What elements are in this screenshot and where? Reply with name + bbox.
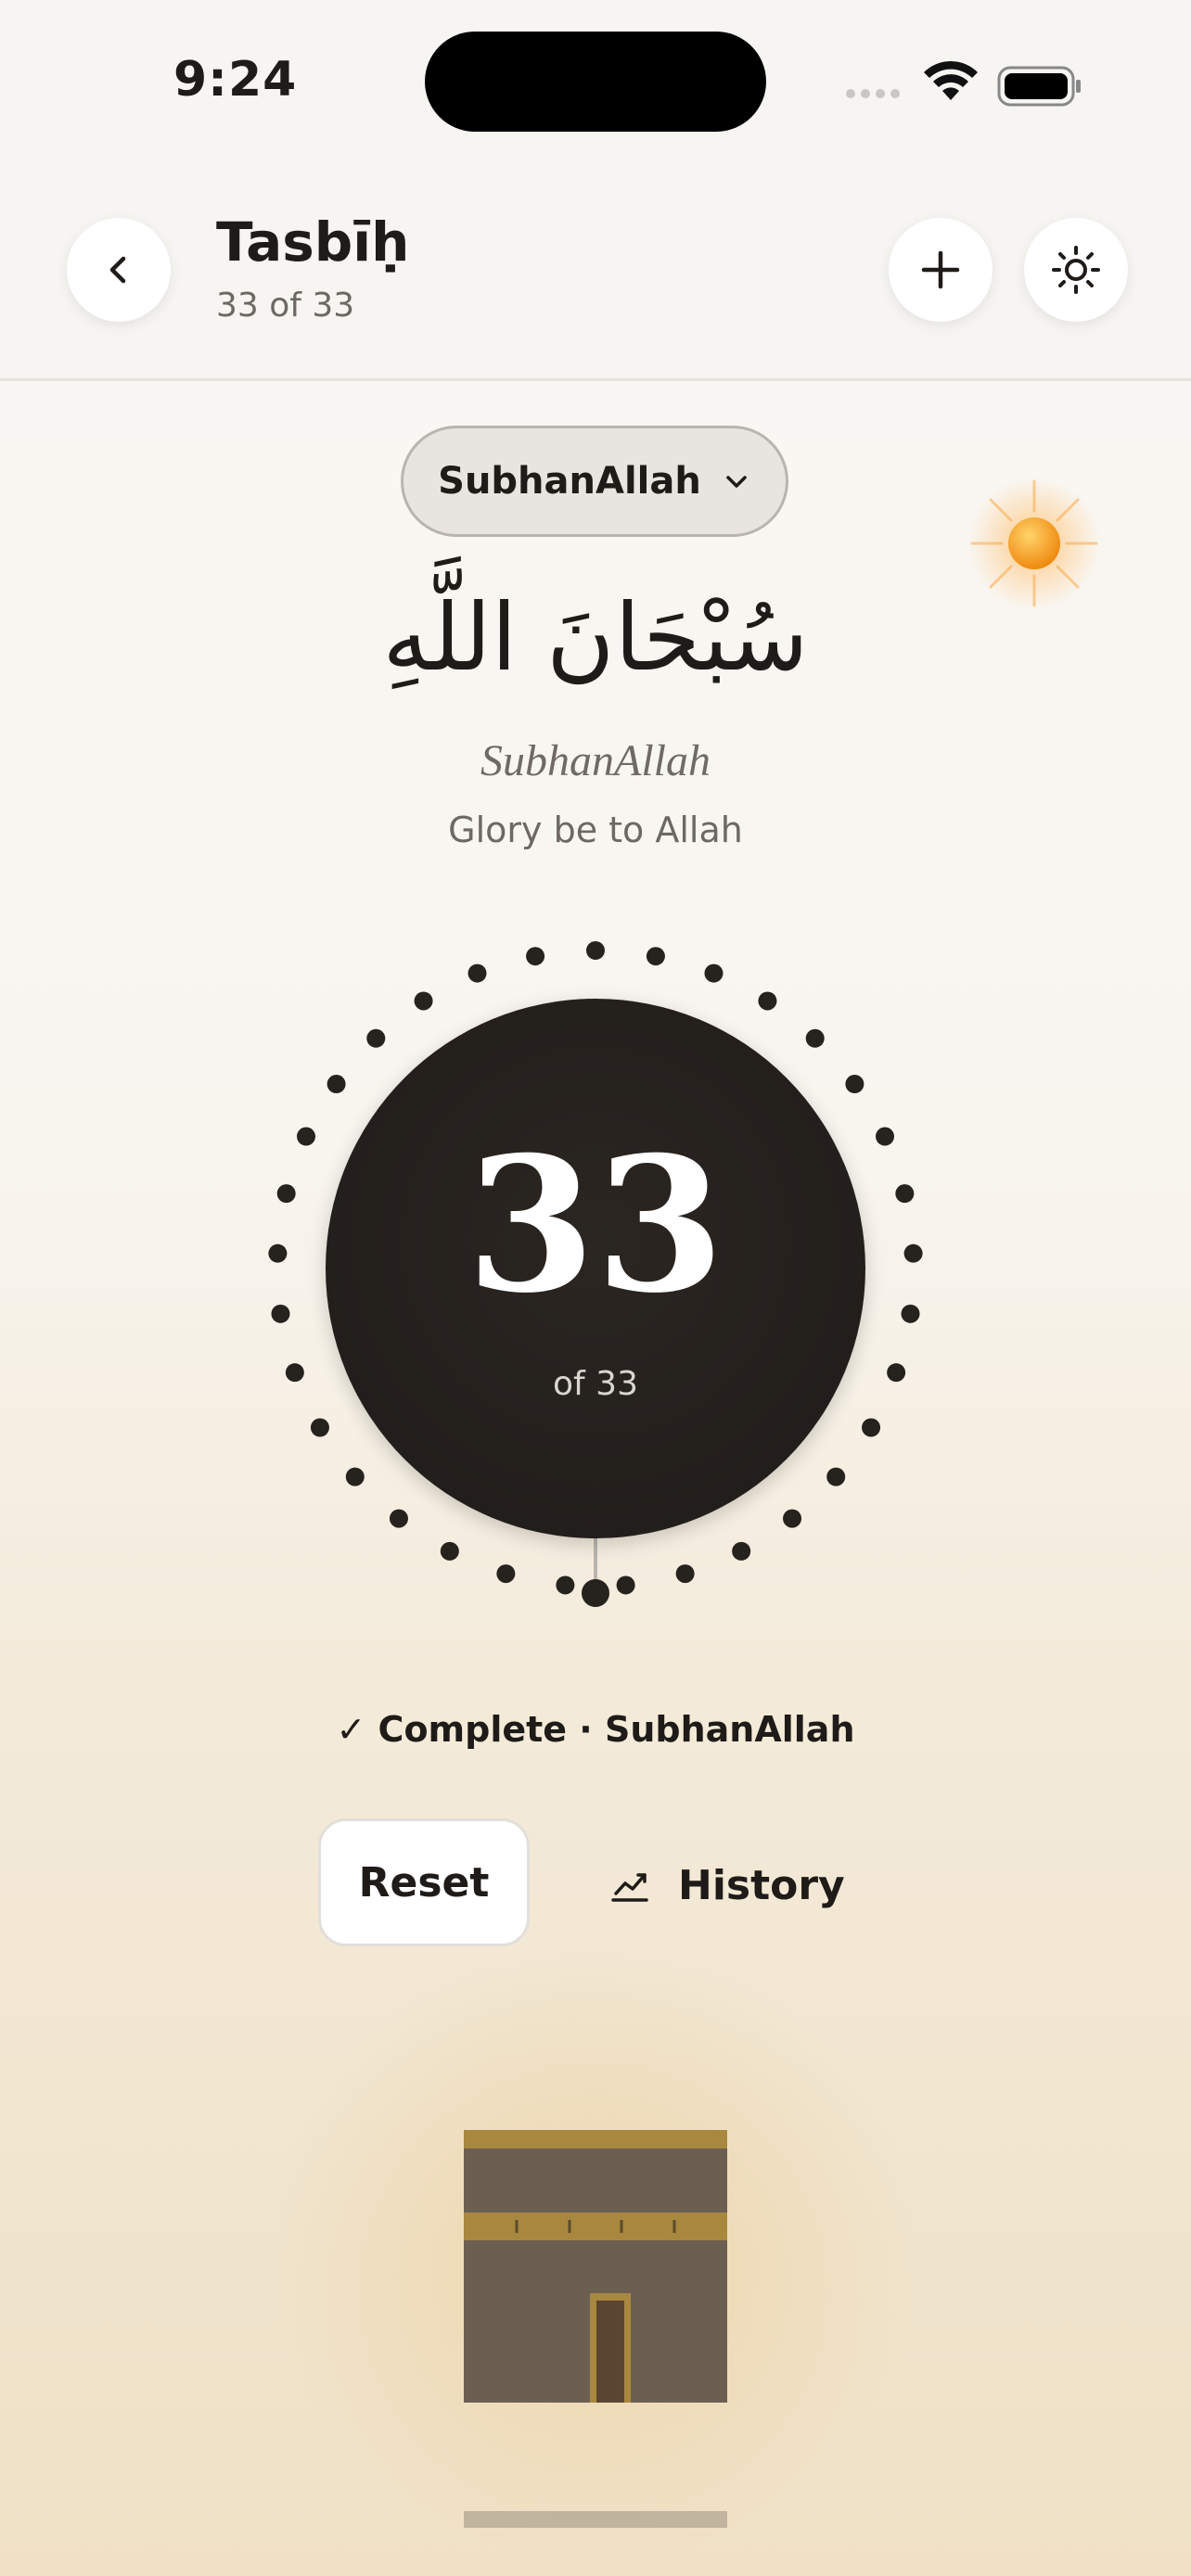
page-subtitle: 33 of 33 (216, 287, 355, 325)
kaaba-building (464, 2130, 727, 2403)
page-title: Tasbīḥ (216, 210, 410, 274)
plus-icon (921, 250, 960, 289)
sun-icon (1052, 246, 1100, 294)
dynamic-island (425, 32, 766, 132)
add-button[interactable] (889, 218, 992, 322)
chevron-left-icon (109, 256, 126, 284)
app-header: Tasbīḥ 33 of 33 (0, 162, 1191, 381)
wifi-icon (924, 60, 978, 100)
status-bar: 9:24 (0, 0, 1191, 162)
status-time: 9:24 (173, 52, 298, 108)
battery-icon (997, 66, 1081, 107)
cellular-icon (846, 89, 900, 98)
back-button[interactable] (67, 218, 171, 322)
theme-toggle-button[interactable] (1024, 218, 1128, 322)
tasbih-main: SubhanAllah سُبْحَانَ اللَّهِ SubhanAlla… (0, 381, 1191, 2576)
status-icons (839, 56, 1081, 111)
